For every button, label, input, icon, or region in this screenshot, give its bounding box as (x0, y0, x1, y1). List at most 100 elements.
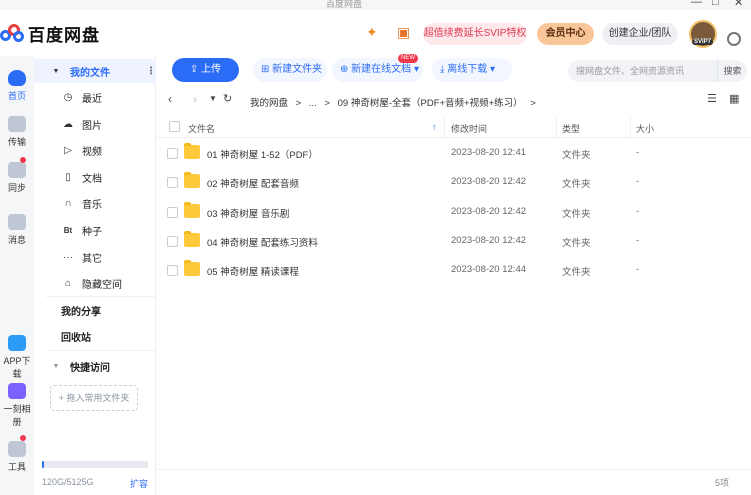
settings-gear-icon[interactable] (727, 32, 741, 46)
refresh-icon[interactable]: ↻ (223, 92, 232, 105)
sidebar-item-music[interactable]: ∩ 音乐 (34, 191, 156, 215)
sidebar-item-label: 快捷访问 (70, 362, 110, 374)
image-icon: ☁ (63, 118, 73, 130)
sidebar-item-other[interactable]: ··· 其它 (34, 245, 156, 269)
sidebar-item-recycle-bin[interactable]: 回收站 (34, 324, 156, 348)
file-name[interactable]: 05 神奇树屋 精读课程 (207, 264, 299, 278)
file-name[interactable]: 01 神奇树屋 1-52（PDF） (207, 147, 318, 161)
sidebar-item-images[interactable]: ☁ 图片 (34, 112, 156, 136)
search-button[interactable]: 搜索 (717, 60, 747, 82)
modified-time: 2023-08-20 12:42 (451, 206, 527, 217)
table-header: 文件名 ↑ 修改时间 类型 大小 (156, 116, 751, 138)
new-folder-button[interactable]: ⊞ 新建文件夹 (253, 58, 327, 82)
sidebar-item-docs[interactable]: ▯ 文档 (34, 165, 156, 189)
rail-label: 工具 (7, 462, 26, 472)
row-checkbox[interactable] (167, 236, 178, 247)
table-row[interactable]: 02 神奇树屋 配套音频 2023-08-20 12:42 文件夹 - (156, 168, 751, 197)
column-header-name[interactable]: 文件名 (188, 122, 215, 135)
brand-logo[interactable]: 百度网盘 (0, 21, 100, 45)
table-row[interactable]: 03 神奇树屋 音乐剧 2023-08-20 12:42 文件夹 - (156, 198, 751, 227)
file-size: - (636, 206, 640, 217)
table-row[interactable]: 01 神奇树屋 1-52（PDF） 2023-08-20 12:41 文件夹 - (156, 139, 751, 168)
sort-ascending-icon[interactable]: ↑ (432, 122, 437, 132)
minimize-button[interactable]: — (691, 0, 702, 8)
file-type: 文件夹 (562, 150, 591, 161)
sidebar-item-label: 文档 (82, 173, 102, 185)
sidebar: ▼ 我的文件 ⋮ ◷ 最近 ☁ 图片 ▷ 视频 ▯ 文档 ∩ 音乐 Bt 种子 … (34, 56, 172, 495)
sidebar-item-label: 隐藏空间 (82, 279, 122, 291)
rail-item-album[interactable]: 一刻相册 (0, 383, 34, 428)
sort-icon[interactable]: ☰ (707, 92, 717, 105)
row-checkbox[interactable] (167, 207, 178, 218)
doc-plus-icon: ⊕ (340, 64, 352, 75)
rail-item-sync[interactable]: 同步 (0, 157, 34, 194)
avatar[interactable]: SVIP7 (689, 20, 717, 48)
album-icon (8, 383, 26, 399)
app-download-icon (8, 335, 26, 351)
column-header-modified[interactable]: 修改时间 (451, 122, 487, 135)
table-row[interactable]: 05 神奇树屋 精读课程 2023-08-20 12:44 文件夹 - (156, 256, 751, 285)
new-folder-label: 新建文件夹 (272, 64, 323, 75)
file-type: 文件夹 (562, 209, 591, 220)
offline-download-button[interactable]: ⤓ 离线下载 ▾ (432, 58, 512, 82)
sidebar-item-label: 视频 (82, 146, 102, 158)
rail-item-transfer[interactable]: 传输 (0, 116, 34, 148)
table-row[interactable]: 04 神奇树屋 配套练习资料 2023-08-20 12:42 文件夹 - (156, 227, 751, 256)
file-name[interactable]: 04 神奇树屋 配套练习资料 (207, 235, 318, 249)
sidebar-item-recent[interactable]: ◷ 最近 (34, 85, 156, 109)
create-team-button[interactable]: 创建企业/团队 (602, 23, 678, 45)
more-options-icon[interactable]: ⋮ (146, 66, 156, 77)
brand-name: 百度网盘 (28, 25, 100, 45)
file-name[interactable]: 03 神奇树屋 音乐剧 (207, 206, 289, 220)
modified-time: 2023-08-20 12:41 (451, 147, 527, 158)
rail-item-messages[interactable]: 消息 (0, 214, 34, 246)
file-name[interactable]: 02 神奇树屋 配套音频 (207, 176, 299, 190)
rail-item-tools[interactable]: 工具 (0, 435, 34, 473)
search-input[interactable] (568, 60, 717, 82)
divider (156, 469, 751, 470)
sidebar-item-video[interactable]: ▷ 视频 (34, 138, 156, 162)
rail-item-app-download[interactable]: APP下载 (0, 335, 34, 380)
sidebar-item-my-files[interactable]: ▼ 我的文件 ⋮ (34, 59, 156, 83)
sidebar-item-label: 音乐 (82, 199, 102, 211)
cloud-icon (8, 70, 26, 86)
notification-dot (20, 435, 26, 441)
vip-center-button[interactable]: 会员中心 (537, 23, 594, 45)
sidebar-item-label: 其它 (82, 253, 102, 265)
sidebar-item-torrents[interactable]: Bt 种子 (34, 218, 156, 242)
breadcrumb-ellipsis[interactable]: ... (309, 98, 317, 109)
rail-label: APP下载 (3, 356, 31, 379)
folder-plus-icon: ⊞ (261, 64, 273, 75)
rail-item-home[interactable]: 首页 (0, 70, 34, 102)
breadcrumb-separator: > (530, 98, 536, 109)
column-header-type[interactable]: 类型 (562, 122, 580, 135)
breadcrumb-current: 09 神奇树屋-全套（PDF+音频+视频+练习） (337, 98, 523, 109)
row-checkbox[interactable] (167, 148, 178, 159)
column-header-size[interactable]: 大小 (636, 122, 654, 135)
add-favorite-folder-dropzone[interactable]: + 拖入常用文件夹 (50, 385, 138, 411)
play-icon: ▷ (64, 144, 72, 156)
sidebar-item-my-shares[interactable]: 我的分享 (34, 298, 156, 322)
history-dropdown-icon[interactable]: ▼ (209, 94, 217, 103)
upload-button[interactable]: ⇪ 上传 (172, 58, 239, 82)
row-checkbox[interactable] (167, 177, 178, 188)
main-panel: ⇪ 上传 ⊞ 新建文件夹 ⊕ 新建在线文档 ▾ NEW ⤓ 离线下载 ▾ 搜索 … (156, 54, 751, 495)
close-button[interactable]: ✕ (734, 0, 743, 9)
select-all-checkbox[interactable] (169, 121, 180, 132)
maximize-button[interactable]: □ (712, 0, 719, 8)
expand-storage-link[interactable]: 扩容 (130, 477, 148, 490)
gift-icon[interactable]: ▣ (397, 24, 410, 41)
row-checkbox[interactable] (167, 265, 178, 276)
forward-arrow-icon[interactable]: › (193, 92, 197, 106)
sidebar-item-label: 最近 (82, 93, 102, 105)
back-arrow-icon[interactable]: ‹ (168, 92, 172, 106)
breadcrumb-root[interactable]: 我的网盘 (250, 98, 288, 109)
game-icon[interactable]: ✦ (366, 24, 378, 41)
divider (46, 350, 172, 351)
file-type: 文件夹 (562, 267, 591, 278)
sidebar-item-hidden-space[interactable]: ⌂ 隐藏空间 (34, 271, 156, 295)
upload-label: 上传 (201, 64, 222, 75)
grid-view-icon[interactable]: ▦ (729, 92, 739, 105)
svip-promo-button[interactable]: 超值续费延长SVIP特权 (423, 23, 527, 45)
sidebar-item-quick-access[interactable]: ▼ 快捷访问 (34, 354, 156, 378)
